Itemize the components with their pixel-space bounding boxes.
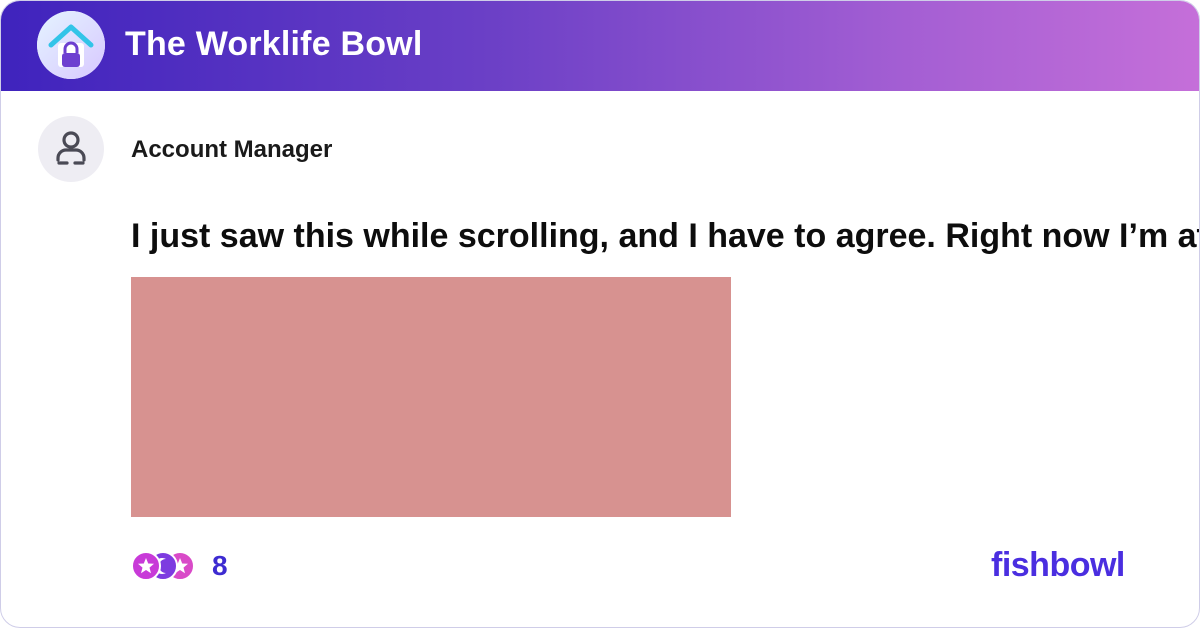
bowl-house-lock-icon[interactable]: [37, 11, 105, 79]
star-reaction-icon: [131, 551, 161, 581]
bowl-header: The Worklife Bowl: [1, 1, 1199, 91]
post-text[interactable]: I just saw this while scrolling, and I h…: [131, 215, 1199, 257]
fishbowl-logo[interactable]: fishbowl: [991, 544, 1125, 586]
author-avatar[interactable]: [38, 116, 104, 182]
reaction-icons[interactable]: [131, 548, 201, 584]
reaction-count[interactable]: 8: [212, 549, 228, 583]
post-image[interactable]: [131, 277, 731, 517]
bowl-title[interactable]: The Worklife Bowl: [125, 23, 422, 65]
user-icon: [56, 131, 86, 165]
post-card[interactable]: The Worklife Bowl Account Manager I just…: [0, 0, 1200, 628]
author-name[interactable]: Account Manager: [131, 135, 332, 165]
